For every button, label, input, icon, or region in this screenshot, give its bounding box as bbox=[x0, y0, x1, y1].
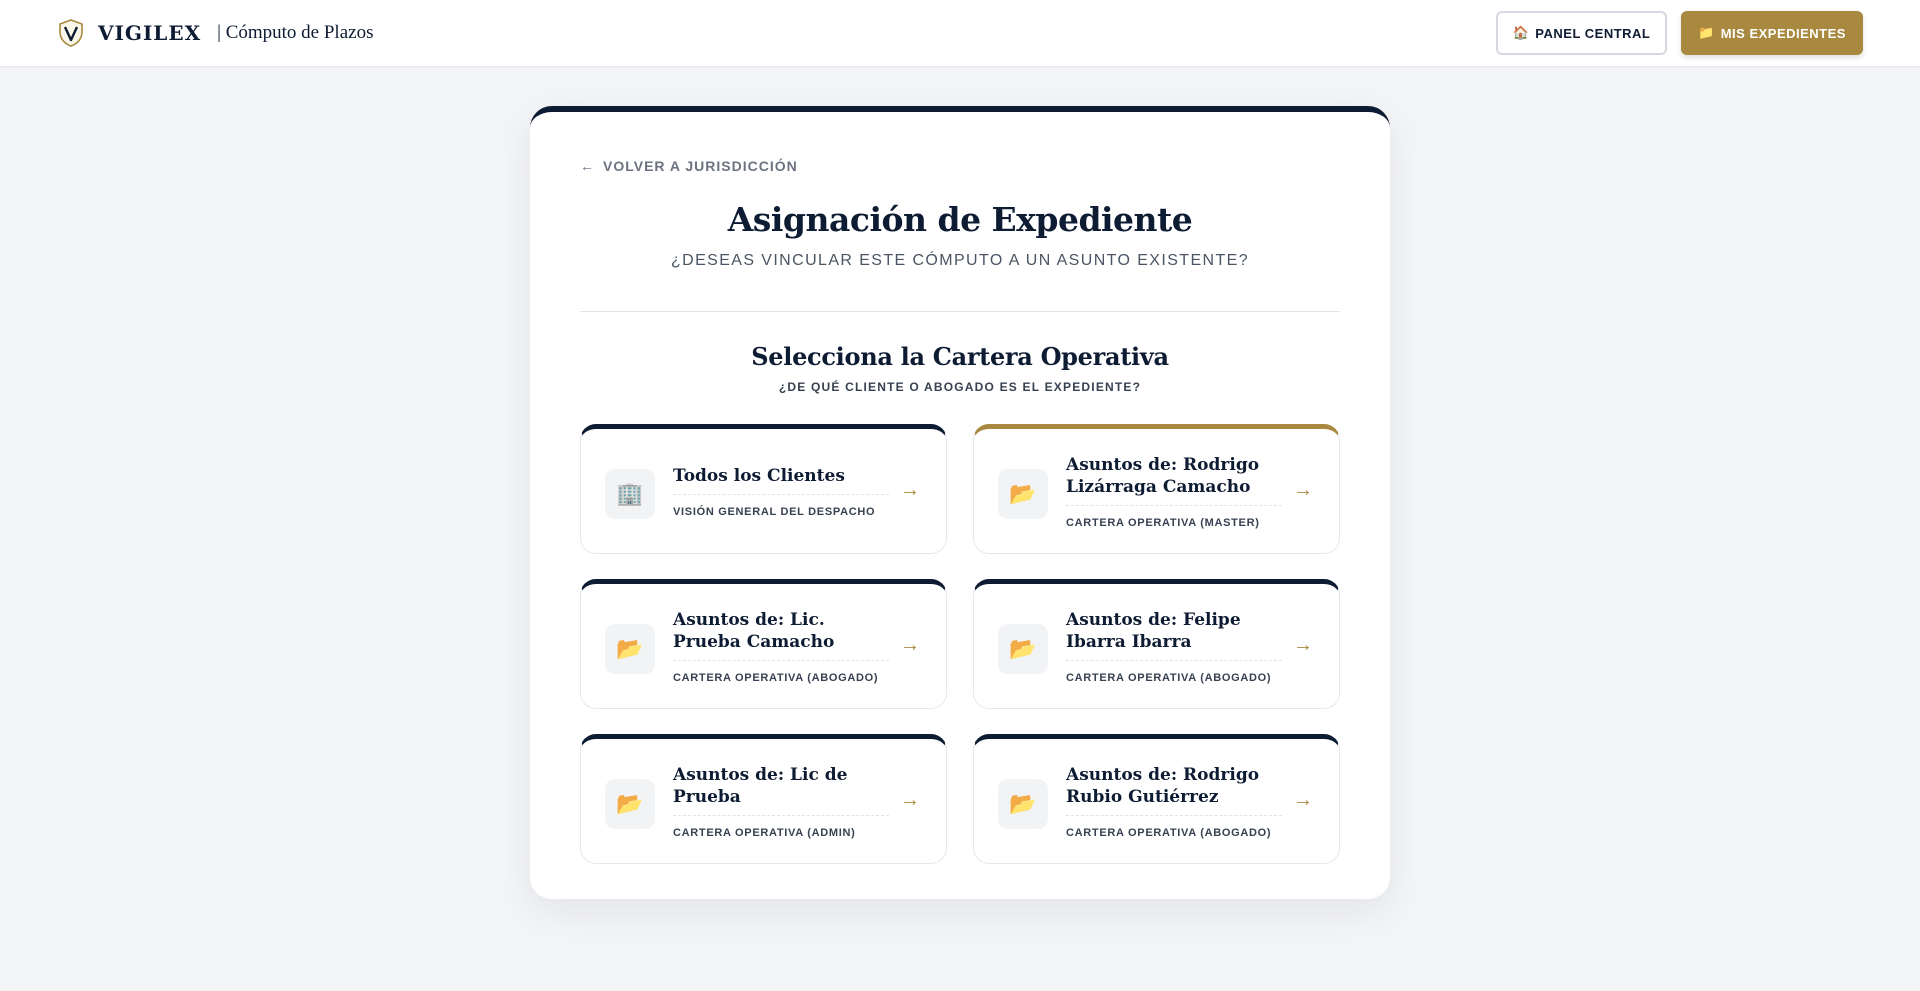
portfolio-name: Asuntos de: Lic de Prueba bbox=[673, 764, 889, 816]
top-navigation-bar: VIGILEX | Cómputo de Plazos 🏠 PANEL CENT… bbox=[0, 0, 1920, 67]
folder-icon: 📂 bbox=[998, 779, 1048, 829]
portfolio-name: Asuntos de: Lic. Prueba Camacho bbox=[673, 609, 889, 661]
house-icon: 🏠 bbox=[1512, 25, 1530, 40]
page-subtitle: ¿DESEAS VINCULAR ESTE CÓMPUTO A UN ASUNT… bbox=[670, 252, 1250, 269]
office-building-icon: 🏢 bbox=[605, 469, 655, 519]
back-label: VOLVER A JURISDICCIÓN bbox=[603, 158, 798, 174]
portfolio-name: Todos los Clientes bbox=[673, 465, 889, 495]
arrow-right-icon: → bbox=[900, 789, 920, 811]
divider bbox=[580, 311, 1340, 312]
arrow-right-icon: → bbox=[1293, 479, 1313, 501]
folder-icon: 📂 bbox=[998, 469, 1048, 519]
portfolio-role: CARTERA OPERATIVA (MASTER) bbox=[1066, 517, 1260, 529]
arrow-right-icon: → bbox=[900, 479, 920, 501]
portfolio-option-felipe-ibarra[interactable]: 📂 Asuntos de: Felipe Ibarra Ibarra CARTE… bbox=[973, 579, 1340, 709]
portfolio-name: Asuntos de: Felipe Ibarra Ibarra bbox=[1066, 609, 1282, 661]
folder-icon: 📁 bbox=[1698, 25, 1715, 40]
arrow-right-icon: → bbox=[1293, 789, 1313, 811]
portfolio-option-rodrigo-lizarraga[interactable]: 📂 Asuntos de: Rodrigo Lizárraga Camacho … bbox=[973, 424, 1340, 554]
folder-icon: 📂 bbox=[998, 624, 1048, 674]
panel-central-button[interactable]: 🏠 PANEL CENTRAL bbox=[1496, 11, 1667, 55]
portfolio-name: Asuntos de: Rodrigo Lizárraga Camacho bbox=[1066, 454, 1282, 506]
portfolio-role: VISIÓN GENERAL DEL DESPACHO bbox=[673, 506, 876, 518]
arrow-left-icon: ← bbox=[580, 158, 595, 174]
back-to-jurisdiction-link[interactable]: ← VOLVER A JURISDICCIÓN bbox=[580, 158, 798, 174]
brand-name: VIGILEX bbox=[98, 21, 202, 45]
mis-expedientes-label: MIS EXPEDIENTES bbox=[1720, 25, 1846, 41]
portfolio-role: CARTERA OPERATIVA (ABOGADO) bbox=[673, 672, 879, 684]
folder-icon: 📂 bbox=[605, 779, 655, 829]
section-subtitle: ¿DE QUÉ CLIENTE O ABOGADO ES EL EXPEDIEN… bbox=[778, 380, 1142, 394]
folder-icon: 📂 bbox=[605, 624, 655, 674]
assignment-card: ← VOLVER A JURISDICCIÓN Asignación de Ex… bbox=[530, 106, 1390, 899]
section-title: Selecciona la Cartera Operativa bbox=[751, 342, 1169, 371]
portfolio-option-lic-prueba-camacho[interactable]: 📂 Asuntos de: Lic. Prueba Camacho CARTER… bbox=[580, 579, 947, 709]
portfolio-option-lic-de-prueba[interactable]: 📂 Asuntos de: Lic de Prueba CARTERA OPER… bbox=[580, 734, 947, 864]
panel-central-label: PANEL CENTRAL bbox=[1535, 25, 1651, 41]
portfolio-name: Asuntos de: Rodrigo Rubio Gutiérrez bbox=[1066, 764, 1282, 816]
mis-expedientes-button[interactable]: 📁 MIS EXPEDIENTES bbox=[1681, 11, 1863, 55]
portfolio-option-todos-los-clientes[interactable]: 🏢 Todos los Clientes VISIÓN GENERAL DEL … bbox=[580, 424, 947, 554]
brand[interactable]: VIGILEX | Cómputo de Plazos bbox=[58, 18, 373, 48]
arrow-right-icon: → bbox=[900, 634, 920, 656]
vigilex-shield-logo-icon bbox=[59, 19, 83, 47]
portfolio-role: CARTERA OPERATIVA (ADMIN) bbox=[673, 827, 856, 839]
portfolio-role: CARTERA OPERATIVA (ABOGADO) bbox=[1066, 827, 1272, 839]
portfolio-option-rodrigo-rubio[interactable]: 📂 Asuntos de: Rodrigo Rubio Gutiérrez CA… bbox=[973, 734, 1340, 864]
arrow-right-icon: → bbox=[1293, 634, 1313, 656]
portfolio-role: CARTERA OPERATIVA (ABOGADO) bbox=[1066, 672, 1272, 684]
module-name: | Cómputo de Plazos bbox=[217, 22, 374, 43]
page-title: Asignación de Expediente bbox=[727, 200, 1193, 239]
